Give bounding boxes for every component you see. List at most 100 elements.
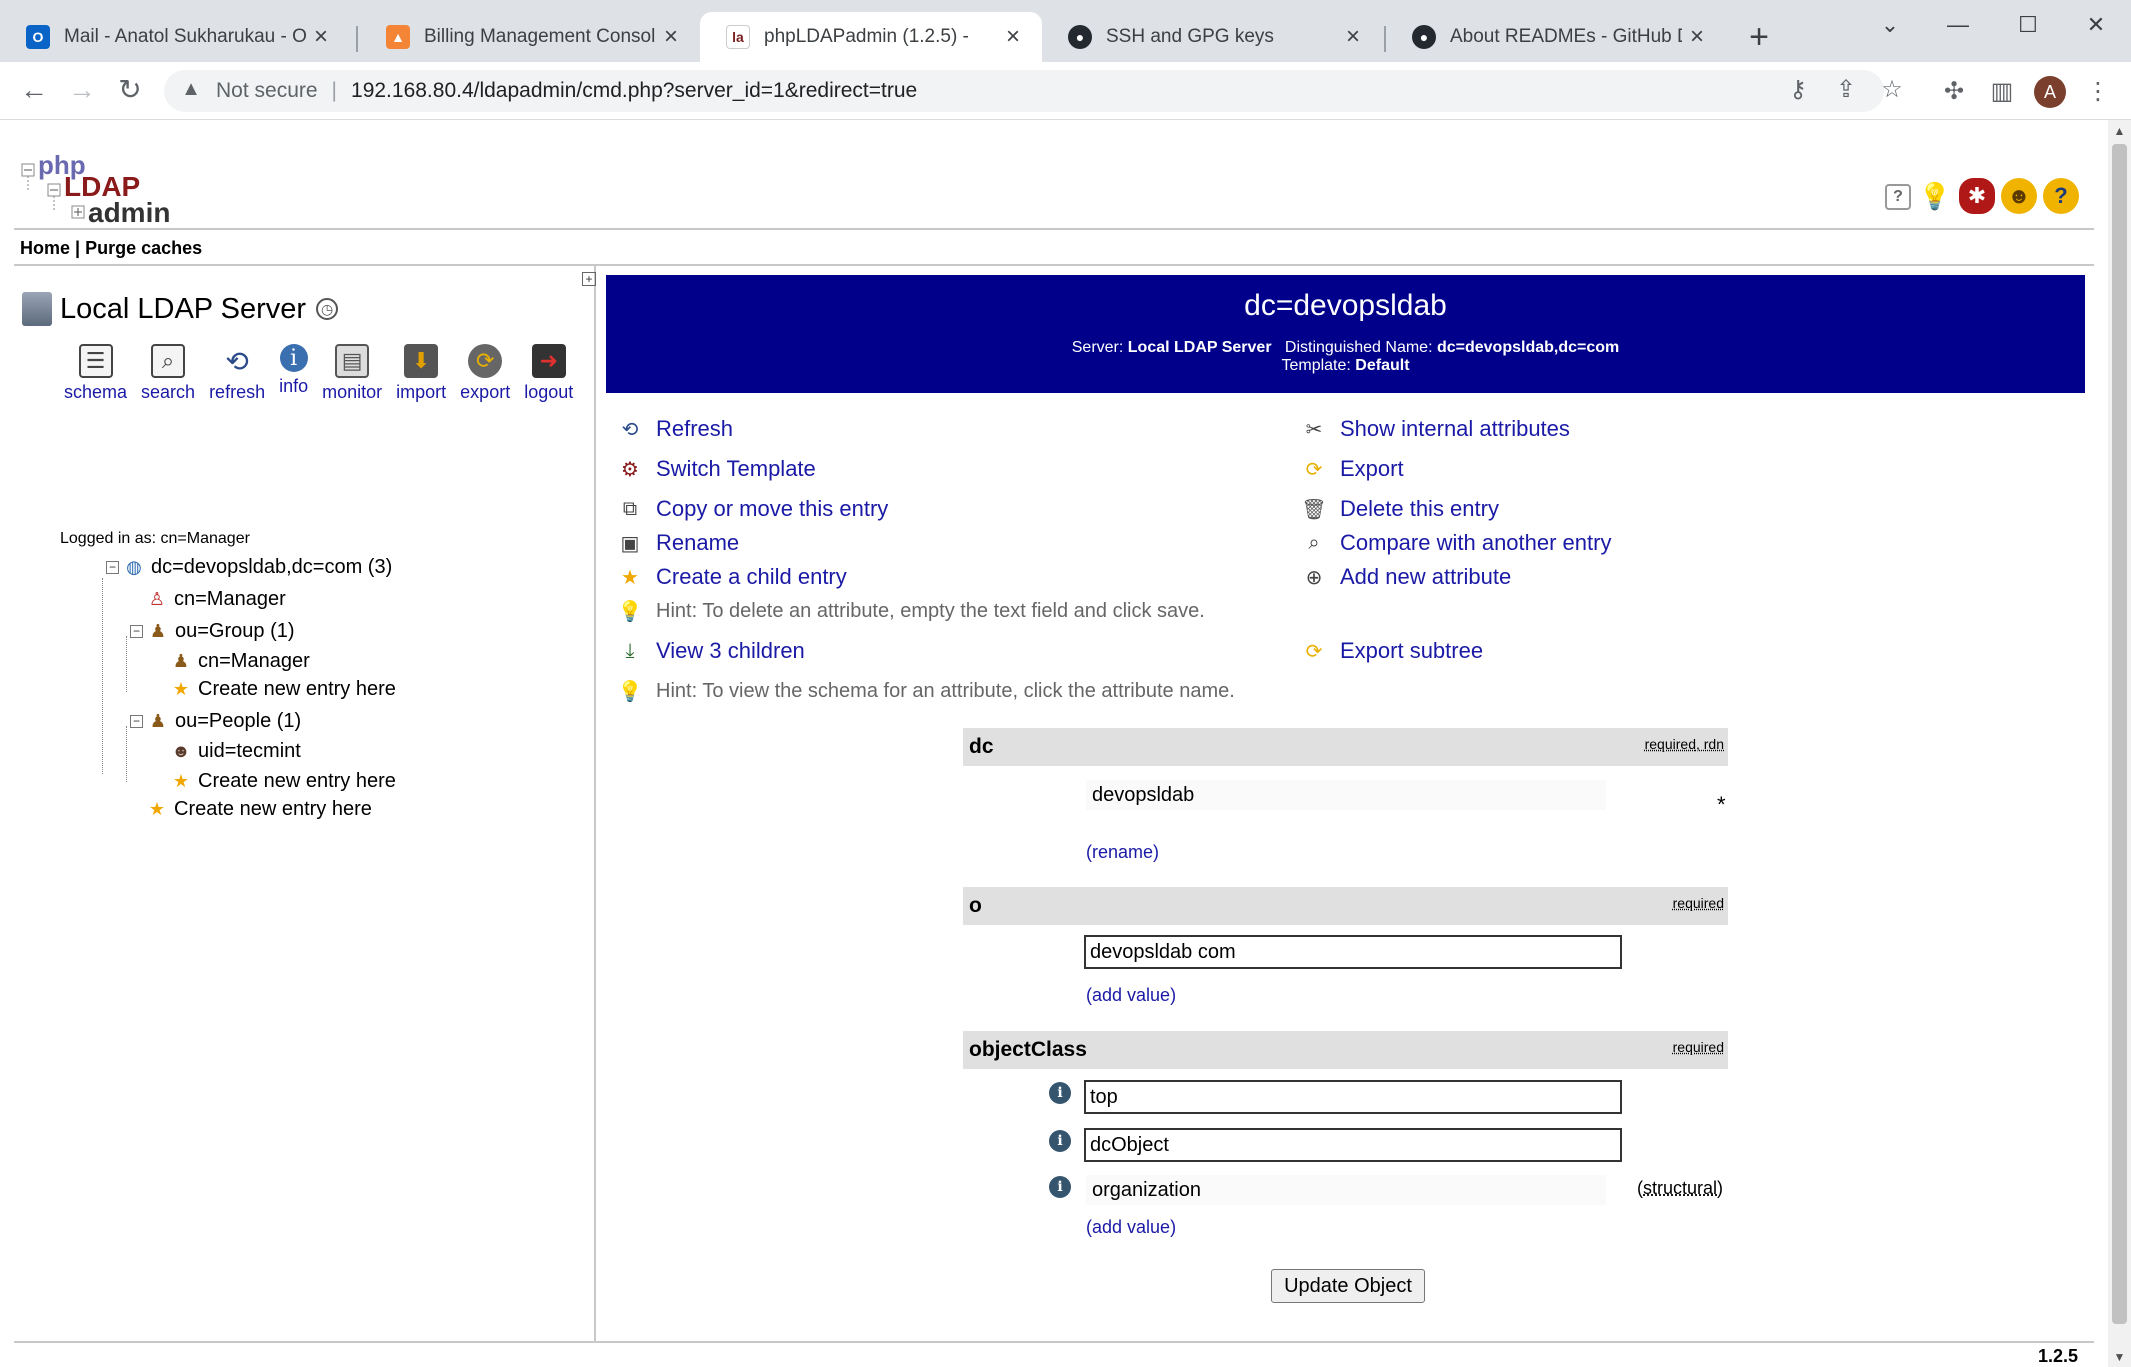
minimize-button[interactable]: — [1938,8,1978,42]
attr-name-objectclass[interactable]: objectClass [969,1038,1087,1061]
close-icon[interactable]: × [1682,23,1712,51]
info-icon[interactable]: i [1049,1130,1071,1152]
create-child-action[interactable]: ★ Create a child entry [616,563,847,591]
home-link[interactable]: Home [20,238,70,258]
switch-template-action[interactable]: ⚙ Switch Template [616,455,816,483]
close-icon[interactable]: × [1338,23,1368,51]
scroll-up-icon[interactable]: ▲ [2108,124,2131,138]
view-children-action[interactable]: ⤓ View 3 children [616,637,805,665]
action-label[interactable]: Export [1340,456,1404,482]
action-label[interactable]: Delete this entry [1340,496,1499,522]
tree-node-label[interactable]: Create new entry here [198,678,396,701]
collapse-icon[interactable]: − [106,561,119,574]
info-icon[interactable]: i [1049,1176,1071,1198]
action-label[interactable]: Compare with another entry [1340,530,1611,556]
url-text[interactable]: 192.168.80.4/ldapadmin/cmd.php?server_id… [351,79,917,103]
profile-avatar[interactable]: A [2034,76,2066,108]
tree-node-ou-people[interactable]: − ♟ ou=People (1) [130,710,301,733]
action-label[interactable]: Switch Template [656,456,816,482]
lightbulb-icon[interactable]: 💡 [1917,178,1953,214]
collapse-icon[interactable]: − [130,625,143,638]
tab-search-icon[interactable]: ⌄ [1870,8,1910,42]
tree-node-label[interactable]: Create new entry here [174,798,372,821]
tree-node-root[interactable]: − ◍ dc=devopsldab,dc=com (3) [106,556,392,579]
close-icon[interactable]: × [998,23,1028,51]
copy-move-action[interactable]: ⧉ Copy or move this entry [616,495,888,523]
refresh-action[interactable]: ⟲ Refresh [616,415,733,443]
question-icon[interactable]: ? [2043,178,2079,214]
tree-node-label[interactable]: cn=Manager [198,650,310,673]
clock-icon[interactable]: ◷ [316,298,339,320]
tab-readmes[interactable]: ● About READMEs - GitHub Docs × [1386,12,1726,62]
action-label[interactable]: Refresh [656,416,733,442]
tab-mail[interactable]: O Mail - Anatol Sukharukau - Out × [0,12,350,62]
reload-icon[interactable]: ↻ [110,70,150,110]
tree-node-label[interactable]: Create new entry here [198,770,396,793]
tree-node-label[interactable]: dc=devopsldab,dc=com (3) [151,556,392,579]
tab-ssh-keys[interactable]: ● SSH and GPG keys × [1042,12,1382,62]
page-scrollbar[interactable]: ▲ ▼ [2108,120,2131,1367]
smiley-icon[interactable]: ☻ [2001,178,2037,214]
compare-action[interactable]: ⌕ Compare with another entry [1300,529,1611,557]
tree-node-label[interactable]: uid=tecmint [198,740,301,763]
attr-name-dc[interactable]: dc [969,735,994,758]
action-label[interactable]: Add new attribute [1340,564,1511,590]
rename-action[interactable]: ▣ Rename [616,529,740,557]
tree-node-people-create[interactable]: ★ Create new entry here [170,770,396,793]
not-secure-label[interactable]: Not secure [216,79,318,103]
info-icon[interactable]: i [1049,1082,1071,1104]
structural-link[interactable]: structural [1643,1178,1717,1198]
objectclass-input-dcobject[interactable] [1084,1128,1622,1162]
required-flag[interactable]: required [1673,887,1724,919]
server-name[interactable]: Local LDAP Server [60,293,306,326]
close-icon[interactable]: × [656,23,686,51]
tab-billing[interactable]: ▲ Billing Management Console × [360,12,700,62]
export-tool[interactable]: ⟳ export [460,344,510,403]
tree-node-root-create[interactable]: ★ Create new entry here [146,798,372,821]
maximize-button[interactable]: ☐ [2008,8,2048,42]
tree-node-group-create[interactable]: ★ Create new entry here [170,678,396,701]
info-tool[interactable]: i info [279,344,308,403]
search-tool[interactable]: ⌕ search [141,344,195,403]
rdn-flag[interactable]: rdn [1704,736,1724,752]
side-panel-icon[interactable]: ▥ [1984,74,2020,110]
add-value-link[interactable]: add value [1092,985,1170,1005]
add-value-link[interactable]: add value [1092,1217,1170,1237]
action-label[interactable]: Show internal attributes [1340,416,1570,442]
extensions-icon[interactable]: ✣ [1936,74,1972,110]
warning-icon[interactable]: ▲ [178,78,204,104]
close-icon[interactable]: × [306,23,336,51]
address-bar[interactable]: ▲ Not secure | 192.168.80.4/ldapadmin/cm… [164,70,1884,112]
bookmark-star-icon[interactable]: ☆ [1876,74,1908,106]
action-label[interactable]: View 3 children [656,638,805,664]
export-action[interactable]: ⟳ Export [1300,455,1404,483]
add-attribute-action[interactable]: ⊕ Add new attribute [1300,563,1512,591]
tree-node-uid-tecmint[interactable]: ☻ uid=tecmint [170,740,301,763]
update-object-button[interactable]: Update Object [1271,1269,1425,1303]
export-subtree-action[interactable]: ⟳ Export subtree [1300,637,1483,665]
refresh-tool[interactable]: ⟲ refresh [209,344,265,403]
action-label[interactable]: Create a child entry [656,564,847,590]
attr-name-o[interactable]: o [969,894,982,917]
action-label[interactable]: Export subtree [1340,638,1483,664]
tree-node-group-cn-manager[interactable]: ♟ cn=Manager [170,650,310,673]
scrollbar-thumb[interactable] [2112,144,2127,1324]
tree-node-label[interactable]: ou=Group (1) [175,620,295,643]
help-bubble-icon[interactable]: ? [1885,184,1911,210]
logout-tool[interactable]: ➜ logout [524,344,573,403]
action-label[interactable]: Rename [656,530,739,556]
monitor-tool[interactable]: ▤ monitor [322,344,382,403]
scroll-down-icon[interactable]: ▼ [2108,1350,2131,1364]
share-icon[interactable]: ⇪ [1830,74,1862,106]
window-close-button[interactable]: ✕ [2076,8,2116,42]
forward-icon[interactable]: → [62,70,102,110]
bug-icon[interactable]: ✱ [1959,178,1995,214]
show-internal-action[interactable]: ✂ Show internal attributes [1300,415,1570,443]
tree-node-label[interactable]: ou=People (1) [175,710,301,733]
action-label[interactable]: Copy or move this entry [656,496,888,522]
required-flag[interactable]: required [1645,736,1696,752]
browser-menu-icon[interactable]: ⋮ [2080,74,2116,110]
objectclass-input-top[interactable] [1084,1080,1622,1114]
rename-link[interactable]: rename [1092,842,1153,862]
import-tool[interactable]: ⬇ import [396,344,446,403]
